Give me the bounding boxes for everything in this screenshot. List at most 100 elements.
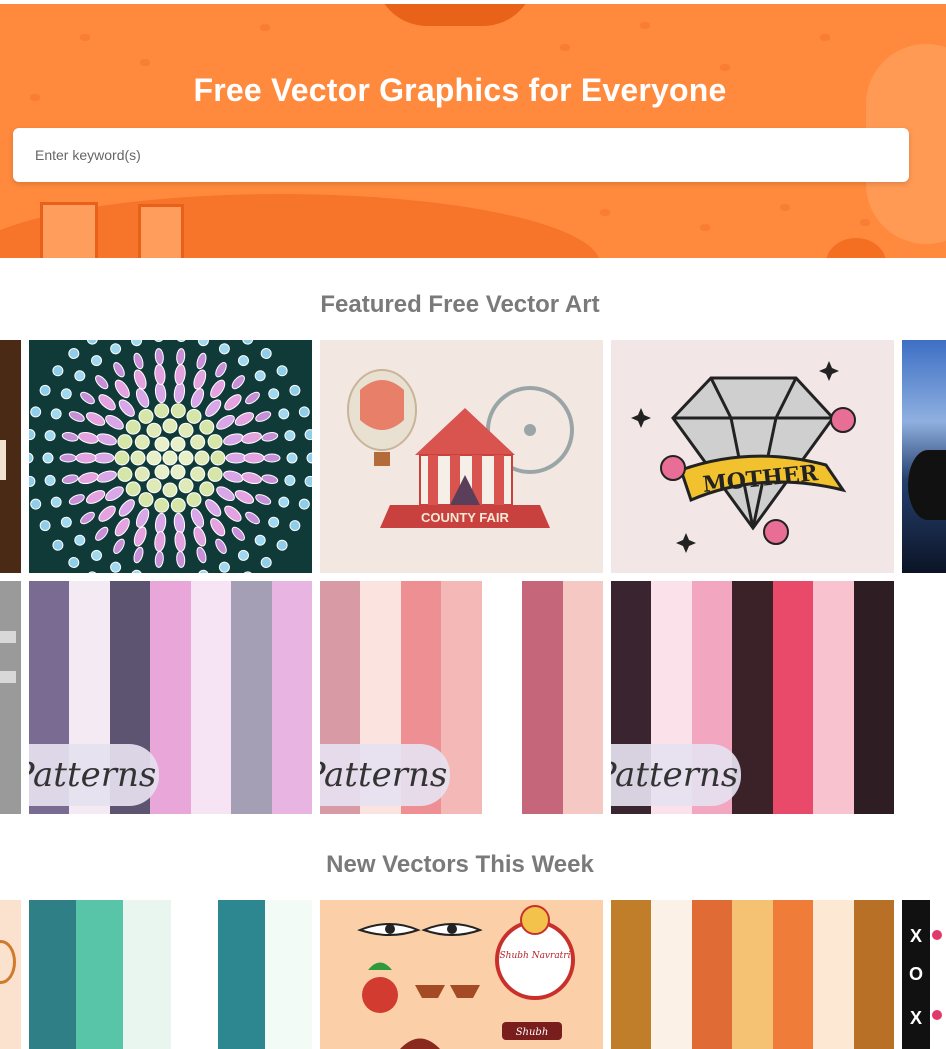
vector-card-navratri[interactable]: Shubh Navratri Shubh	[320, 900, 603, 1049]
crystal-gem	[278, 496, 290, 508]
crystal-gem	[93, 452, 115, 464]
vector-card-purple-patterns[interactable]: Patterns	[29, 581, 312, 814]
navratri-art: Shubh Navratri Shubh	[357, 905, 575, 1049]
crystal-gem	[68, 494, 85, 505]
crystal-gem	[85, 412, 106, 426]
hero-decoration	[826, 238, 886, 258]
crystal-gem	[135, 388, 150, 408]
crystal-gem	[110, 561, 122, 573]
crystal-gem	[68, 411, 85, 422]
crystal-gem	[154, 550, 164, 568]
crystal-gem	[255, 411, 272, 422]
crystal-gem	[52, 365, 64, 377]
crystal-gem	[210, 379, 226, 399]
crystal-gem	[154, 497, 170, 513]
hero-decoration	[40, 202, 98, 258]
crystal-gem	[205, 499, 222, 517]
crystal-gem	[193, 369, 207, 390]
vector-card-partial[interactable]: X O X	[902, 900, 946, 1049]
crystal-gem	[154, 364, 166, 386]
crystal-gem	[86, 340, 98, 345]
patterns-badge: Patterns	[611, 744, 741, 806]
crystal-gem	[105, 486, 124, 502]
crystal-gem	[245, 391, 260, 405]
crystal-gem	[113, 538, 125, 555]
crystal-gem	[170, 497, 186, 513]
patterns-badge: Patterns	[29, 744, 159, 806]
shubh-label: Shubh	[516, 1027, 549, 1038]
crystal-gem	[216, 486, 235, 502]
crystal-gem	[263, 453, 281, 463]
vector-card-autumn-patterns[interactable]	[611, 900, 894, 1049]
crystal-gem	[170, 403, 186, 419]
crystal-gem	[30, 498, 42, 510]
crystal-gem	[298, 498, 310, 510]
vector-card-crystal-mandala[interactable]	[29, 340, 312, 573]
crystal-gem	[60, 516, 72, 528]
crystal-gem	[117, 466, 133, 482]
featured-section-title: Featured Free Vector Art	[320, 291, 600, 318]
crystal-gem	[176, 550, 186, 568]
vector-card-county-fair[interactable]: COUNTY FAIR	[320, 340, 603, 573]
crystal-gem	[284, 474, 296, 486]
crystal-gem	[231, 375, 245, 390]
crystal-gem	[162, 482, 178, 498]
crystal-gem	[173, 512, 186, 534]
crystal-gem	[59, 453, 77, 463]
crystal-gem	[95, 526, 109, 541]
crystal-gem	[39, 520, 51, 532]
crystal-gem	[98, 394, 116, 411]
crystal-gem	[289, 384, 301, 396]
hero-decoration	[375, 4, 535, 26]
crystal-gem	[193, 526, 207, 547]
vector-card-partial[interactable]	[0, 340, 21, 573]
crystal-gem	[174, 364, 186, 386]
crystal-gem	[223, 433, 244, 446]
mother-diamond-art: MOTHER	[631, 361, 856, 553]
vector-card-partial[interactable]	[902, 340, 946, 573]
vector-card-partial[interactable]	[902, 581, 946, 814]
crystal-gem	[223, 470, 244, 483]
vector-card-mother-diamond[interactable]: MOTHER	[611, 340, 894, 573]
hero-banner: Free Vector Graphics for Everyone	[0, 4, 946, 258]
crystal-gem	[86, 571, 98, 573]
crystal-gem	[190, 508, 205, 528]
pattern-stripes	[611, 900, 894, 1049]
crystal-gem	[174, 530, 186, 552]
shubh-navratri-label: Shubh Navratri	[500, 951, 571, 961]
crystal-gem	[190, 388, 205, 408]
crystal-gem	[52, 539, 64, 551]
vector-card-partial[interactable]	[0, 581, 21, 814]
crystal-gem	[91, 355, 102, 367]
crystal-gem	[234, 412, 255, 426]
crystal-gem	[91, 549, 102, 561]
crystal-gem	[154, 348, 164, 366]
vector-card-teal-patterns[interactable]	[29, 900, 312, 1049]
card-art	[0, 440, 6, 480]
crystal-gem	[276, 539, 288, 551]
crystal-gem	[114, 379, 130, 399]
crystal-gem	[117, 434, 133, 450]
crystal-gem	[243, 452, 265, 464]
vector-card-red-patterns[interactable]: Patterns	[611, 581, 894, 814]
card-art	[0, 940, 16, 984]
crystal-gem	[50, 496, 62, 508]
vector-card-pink-patterns[interactable]: Patterns	[320, 581, 603, 814]
crystal-mandala-art	[29, 340, 312, 573]
search-input[interactable]	[13, 128, 909, 182]
vector-card-partial[interactable]	[0, 900, 21, 1049]
hero-title: Free Vector Graphics for Everyone	[193, 72, 727, 108]
x-mark: X	[909, 1008, 922, 1028]
crystal-gem	[245, 511, 260, 525]
crystal-gem	[60, 388, 72, 400]
crystal-gem	[238, 355, 249, 367]
crystal-gem	[197, 569, 209, 573]
crystal-gem	[44, 430, 56, 442]
crystal-gem	[78, 472, 99, 485]
crystal-gem	[254, 370, 266, 382]
crystal-gem	[304, 429, 312, 441]
crystal-gem	[260, 557, 272, 568]
crystal-gem	[306, 452, 312, 464]
heart-icon	[932, 1010, 942, 1020]
crystal-gem	[98, 505, 116, 522]
